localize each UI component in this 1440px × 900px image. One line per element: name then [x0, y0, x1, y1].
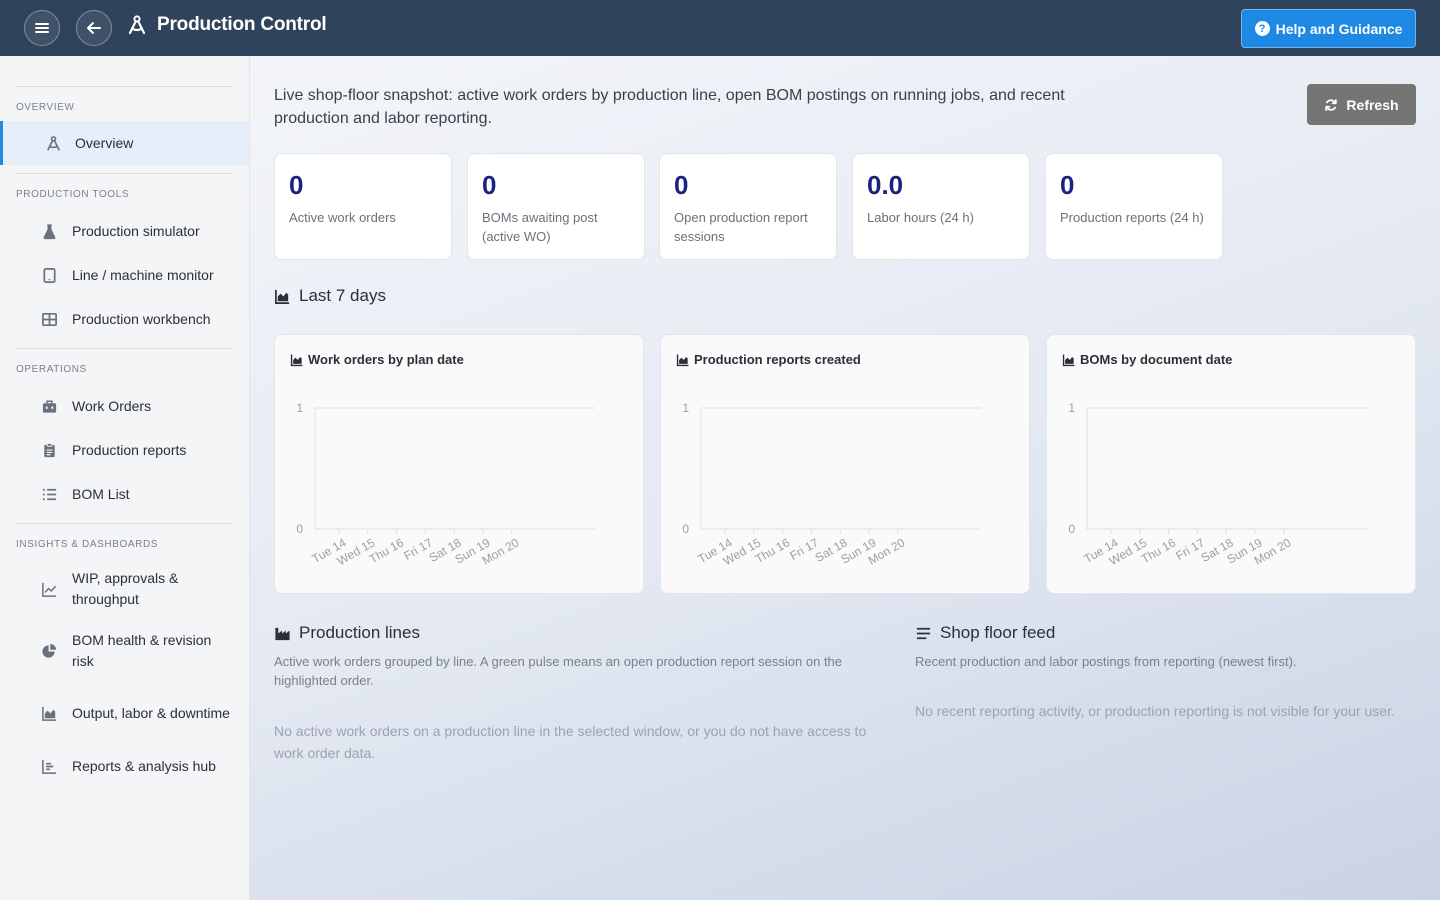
- sidebar-item-label: WIP, approvals & throughput: [72, 570, 179, 607]
- sidebar-item-label: Reports & analysis hub: [72, 757, 216, 774]
- shop-floor-feed-description: Recent production and labor postings fro…: [915, 654, 1297, 669]
- stat-label: Labor hours (24 h): [867, 210, 974, 225]
- bar-chart-icon: [40, 757, 58, 775]
- sidebar-item-label: Line / machine monitor: [72, 266, 214, 283]
- factory-icon: [275, 627, 290, 640]
- help-and-guidance-button[interactable]: ? Help and Guidance: [1241, 9, 1416, 48]
- chart-card-work-orders: Work orders by plan date 0 1 Tue 14 Wed 15 T…: [274, 334, 644, 594]
- tablet-icon: [40, 266, 58, 284]
- y-tick-label: 1: [1068, 401, 1075, 415]
- sidebar-item-production-workbench[interactable]: Production workbench: [0, 297, 249, 341]
- stat-value: 0: [1060, 170, 1075, 200]
- y-tick-label: 1: [296, 401, 303, 415]
- stat-label: Active work orders: [289, 210, 396, 225]
- help-button-label: Help and Guidance: [1275, 20, 1403, 37]
- app-title: Production Control: [157, 14, 327, 35]
- sidebar-item-label: Overview: [75, 134, 134, 151]
- chart-plot: 01Tue 14Wed 15Thu 16Fri 17Sat 18Sun 19Mo…: [682, 401, 981, 568]
- sidebar-section-insights: INSIGHTS & DASHBOARDS: [16, 539, 159, 550]
- hamburger-menu-button[interactable]: [24, 10, 60, 46]
- chart-card-production-reports: Production reports created 0 1 Tue 14 Wed 1…: [660, 334, 1030, 594]
- back-button[interactable]: [76, 10, 112, 46]
- y-tick-label: 0: [296, 522, 303, 536]
- sidebar: OVERVIEW Overview PRODUCTION TOOLS Produ…: [0, 56, 250, 900]
- sidebar-section-tools: PRODUCTION TOOLS: [16, 189, 130, 200]
- stat-value: 0: [289, 170, 304, 200]
- sidebar-item-overview[interactable]: Overview: [0, 121, 249, 165]
- menu-lines-icon: [916, 627, 931, 639]
- chart-plot: 01Tue 14Wed 15Thu 16Fri 17Sat 18Sun 19Mo…: [296, 401, 595, 568]
- flask-icon: [40, 222, 58, 240]
- app-brand[interactable]: Production Control: [126, 14, 327, 36]
- sidebar-section-overview: OVERVIEW: [16, 102, 75, 113]
- sidebar-item-output-labor[interactable]: Output, labor & downtime: [0, 682, 249, 744]
- toolbox-icon: [40, 397, 58, 415]
- sidebar-item-label: BOM List: [72, 485, 130, 502]
- sidebar-item-label: Production workbench: [72, 310, 211, 327]
- y-tick-label: 1: [682, 401, 689, 415]
- stat-value: 0: [482, 170, 497, 200]
- sidebar-item-label: Output, labor & downtime: [72, 704, 230, 721]
- sidebar-item-bom-health[interactable]: BOM health & revision risk: [0, 620, 249, 682]
- area-chart-icon: [275, 289, 290, 304]
- pie-chart-icon: [40, 642, 58, 660]
- stat-card-production-reports[interactable]: 0 Production reports (24 h): [1045, 153, 1223, 260]
- last-7-days-heading: Last 7 days: [274, 286, 386, 306]
- sidebar-item-bom-list[interactable]: BOM List: [0, 472, 249, 516]
- sidebar-item-label: Work Orders: [72, 397, 152, 414]
- refresh-label: Refresh: [1346, 96, 1399, 113]
- sidebar-item-label: BOM health & revision risk: [72, 632, 212, 669]
- stat-value: 0: [674, 170, 689, 200]
- stat-card-active-work-orders[interactable]: 0 Active work orders: [274, 153, 452, 260]
- refresh-button[interactable]: Refresh: [1307, 84, 1416, 125]
- sidebar-item-label: Production simulator: [72, 222, 200, 239]
- stat-card-open-report-sessions[interactable]: 0 Open production report sessions: [659, 153, 837, 260]
- line-chart-icon: [40, 580, 58, 598]
- refresh-icon: [1325, 98, 1338, 111]
- section-title: Production lines: [299, 623, 420, 642]
- grid-table-icon: [40, 310, 58, 328]
- stat-label: Open production report sessions: [674, 210, 808, 244]
- top-bar: Production Control ? Help and Guidance: [0, 0, 1440, 56]
- shop-floor-feed-heading: Shop floor feed: [915, 623, 1055, 643]
- sidebar-item-work-orders[interactable]: Work Orders: [0, 384, 249, 428]
- question-circle-icon: ?: [1254, 21, 1270, 36]
- sidebar-section-operations: OPERATIONS: [16, 364, 87, 375]
- y-tick-label: 0: [682, 522, 689, 536]
- sidebar-item-production-reports[interactable]: Production reports: [0, 428, 249, 472]
- drafting-compass-icon: [128, 15, 146, 35]
- section-title: Last 7 days: [299, 286, 386, 305]
- shop-floor-feed-empty-state: No recent reporting activity, or product…: [915, 703, 1395, 719]
- page-intro: Live shop-floor snapshot: active work or…: [274, 87, 1065, 127]
- sidebar-item-wip-approvals[interactable]: WIP, approvals & throughput: [0, 558, 249, 620]
- sidebar-divider: [16, 348, 233, 349]
- clipboard-icon: [40, 441, 58, 459]
- sidebar-item-label: Production reports: [72, 441, 187, 458]
- y-tick-label: 0: [1068, 522, 1075, 536]
- stat-card-labor-hours[interactable]: 0.0 Labor hours (24 h): [852, 153, 1030, 260]
- back-arrow-icon: [87, 22, 101, 34]
- drafting-compass-icon: [44, 134, 62, 152]
- production-lines-description: Active work orders grouped by line. A gr…: [274, 654, 843, 688]
- stat-card-boms-awaiting-post[interactable]: 0 BOMs awaiting post (active WO): [467, 153, 645, 260]
- list-icon: [40, 485, 58, 503]
- production-lines-empty-state: No active work orders on a production li…: [274, 723, 867, 761]
- sidebar-item-production-simulator[interactable]: Production simulator: [0, 209, 249, 253]
- sidebar-item-reports-hub[interactable]: Reports & analysis hub: [0, 744, 249, 788]
- sidebar-item-line-machine-monitor[interactable]: Line / machine monitor: [0, 253, 249, 297]
- hamburger-icon: [35, 23, 49, 33]
- production-lines-heading: Production lines: [274, 623, 420, 643]
- stat-label: BOMs awaiting post (active WO): [482, 210, 598, 244]
- sidebar-divider: [16, 523, 233, 524]
- stat-label: Production reports (24 h): [1060, 210, 1204, 225]
- stat-value: 0.0: [867, 170, 904, 200]
- main-content: Live shop-floor snapshot: active work or…: [250, 56, 1440, 900]
- section-title: Shop floor feed: [940, 623, 1056, 642]
- sidebar-divider: [16, 173, 233, 174]
- sidebar-divider: [16, 86, 233, 87]
- chart-card-boms: BOMs by document date 0 1 Tue 14 Wed 15 Thu …: [1046, 334, 1416, 594]
- area-chart-icon: [40, 704, 58, 722]
- chart-plot: 01Tue 14Wed 15Thu 16Fri 17Sat 18Sun 19Mo…: [1068, 401, 1367, 568]
